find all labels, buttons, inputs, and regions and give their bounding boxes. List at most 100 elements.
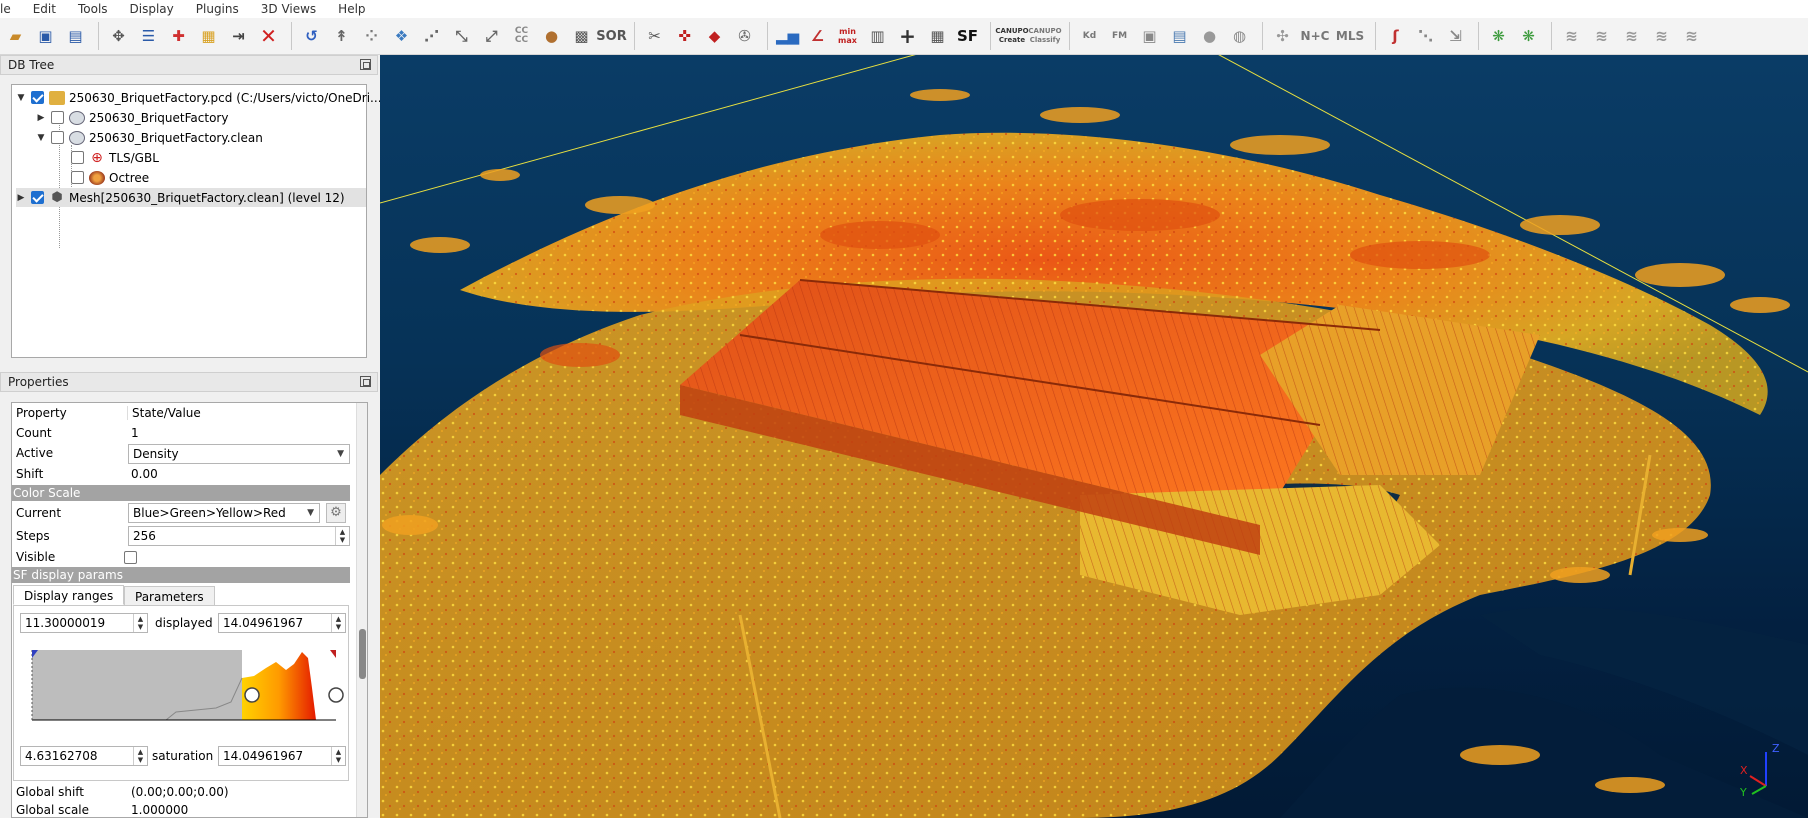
c2m-distance-icon[interactable]: ⤢ bbox=[478, 21, 505, 51]
gradient-icon[interactable]: ∠ bbox=[804, 21, 831, 51]
menu-display[interactable]: Display bbox=[120, 0, 186, 18]
range-min-handle[interactable] bbox=[244, 687, 260, 703]
spin-arrows-icon[interactable]: ▲ ▼ bbox=[133, 614, 147, 632]
tree-item-mesh[interactable]: ▶ ⬢ Mesh[250630_BriquetFactory.clean] (l… bbox=[16, 188, 366, 207]
classify-icon[interactable]: ❋ bbox=[1515, 21, 1542, 51]
puzzle-icon[interactable]: ✣ bbox=[1269, 21, 1296, 51]
histogram-icon[interactable]: ▂▅ bbox=[774, 21, 801, 51]
open-icon[interactable]: ▰ bbox=[2, 21, 29, 51]
sphere-icon[interactable]: ● bbox=[1196, 21, 1223, 51]
expand-arrow-icon[interactable]: ▼ bbox=[16, 93, 26, 103]
scrollbar-thumb[interactable] bbox=[359, 629, 366, 679]
distance-icon[interactable]: ⤡ bbox=[448, 21, 475, 51]
menu-3d-views[interactable]: 3D Views bbox=[251, 0, 328, 18]
spin-arrows-icon[interactable]: ▲ ▼ bbox=[331, 747, 345, 765]
tree-item-cloud[interactable]: ▶ 250630_BriquetFactory bbox=[36, 108, 228, 127]
steps-spinbox[interactable]: 256 ▲ ▼ bbox=[128, 526, 350, 546]
spin-arrows-icon[interactable]: ▲ ▼ bbox=[133, 747, 147, 765]
potato-icon[interactable]: ● bbox=[538, 21, 565, 51]
save-icon[interactable]: ▣ bbox=[32, 21, 59, 51]
wave-icon-1[interactable]: ≋ bbox=[1558, 21, 1585, 51]
properties-scrollbar[interactable] bbox=[356, 403, 367, 817]
wave-icon-3[interactable]: ≋ bbox=[1618, 21, 1645, 51]
mls-icon[interactable]: MLS bbox=[1334, 21, 1366, 51]
noise-icon[interactable]: ⋰ bbox=[418, 21, 445, 51]
wave-icon-2[interactable]: ≋ bbox=[1588, 21, 1615, 51]
tree-checkbox[interactable] bbox=[71, 171, 84, 184]
menu-help[interactable]: Help bbox=[328, 0, 377, 18]
saturation-min-spinbox[interactable]: 4.63162708 ▲ ▼ bbox=[20, 746, 148, 766]
segment-icon[interactable]: ⇥ bbox=[225, 21, 252, 51]
add-icon[interactable]: + bbox=[894, 21, 921, 51]
register-icon[interactable]: ↺ bbox=[298, 21, 325, 51]
box-icon[interactable]: ◆ bbox=[701, 21, 728, 51]
cc-icon[interactable]: CC CC bbox=[508, 21, 535, 51]
save-all-icon[interactable]: ▤ bbox=[62, 21, 89, 51]
canupo-classify-icon[interactable]: CANUPO Classify bbox=[1028, 21, 1061, 51]
canupo-create-icon[interactable]: CANUPO Create bbox=[995, 21, 1028, 51]
range-max-handle[interactable] bbox=[328, 687, 344, 703]
tree-item-pcd[interactable]: ▼ 250630_BriquetFactory.pcd (C:/Users/vi… bbox=[16, 88, 382, 107]
active-sf-select[interactable]: Density ▼ bbox=[128, 444, 350, 464]
range-min-spinbox[interactable]: 11.30000019 ▲ ▼ bbox=[20, 613, 148, 633]
kd-icon[interactable]: Kd bbox=[1076, 21, 1103, 51]
properties-icon[interactable]: ✥ bbox=[105, 21, 132, 51]
menu-plugins[interactable]: Plugins bbox=[186, 0, 251, 18]
displayed-spinbox[interactable]: 14.04961967 ▲ ▼ bbox=[218, 613, 346, 633]
menu-tools[interactable]: Tools bbox=[68, 0, 120, 18]
tab-parameters[interactable]: Parameters bbox=[124, 586, 215, 606]
scatter-icon[interactable]: ⋱ bbox=[1412, 21, 1439, 51]
calculator-icon[interactable]: ▦ bbox=[924, 21, 951, 51]
bin-icon[interactable]: ▤ bbox=[1166, 21, 1193, 51]
tree-item-cloud-clean[interactable]: ▼ 250630_BriquetFactory.clean bbox=[36, 128, 263, 147]
cross-section-icon[interactable]: ✂ bbox=[641, 21, 668, 51]
expand-arrow-icon[interactable]: ▼ bbox=[36, 133, 46, 143]
align-icon[interactable]: ↟ bbox=[328, 21, 355, 51]
sf-histogram[interactable] bbox=[26, 648, 346, 738]
saturation-max-marker[interactable] bbox=[330, 650, 336, 658]
menu-edit[interactable]: Edit bbox=[23, 0, 68, 18]
nc-icon[interactable]: N+C bbox=[1299, 21, 1331, 51]
menu-file[interactable]: le bbox=[0, 0, 23, 18]
export-icon[interactable]: ⇲ bbox=[1442, 21, 1469, 51]
crosshair-icon[interactable]: ✜ bbox=[671, 21, 698, 51]
tree-checkbox[interactable] bbox=[51, 111, 64, 124]
sample-icon[interactable]: ⁘ bbox=[358, 21, 385, 51]
3d-view[interactable]: Z X Y bbox=[380, 55, 1808, 818]
minmax-icon[interactable]: min max bbox=[834, 21, 861, 51]
curve-icon[interactable]: ʃ bbox=[1382, 21, 1409, 51]
tree-item-sensor[interactable]: ⊕ TLS/GBL bbox=[66, 148, 159, 167]
wave-icon-4[interactable]: ≋ bbox=[1648, 21, 1675, 51]
image-icon[interactable]: ▣ bbox=[1136, 21, 1163, 51]
wave-icon-5[interactable]: ≋ bbox=[1678, 21, 1705, 51]
checker-icon[interactable]: ▩ bbox=[568, 21, 595, 51]
collapse-arrow-icon[interactable]: ▶ bbox=[36, 113, 46, 123]
saturation-spinbox[interactable]: 14.04961967 ▲ ▼ bbox=[218, 746, 346, 766]
tree-checkbox[interactable] bbox=[31, 191, 44, 204]
visible-checkbox[interactable] bbox=[124, 551, 137, 564]
spin-arrows-icon[interactable]: ▲ ▼ bbox=[335, 527, 349, 545]
train-icon[interactable]: ❋ bbox=[1485, 21, 1512, 51]
collapse-arrow-icon[interactable]: ▶ bbox=[16, 193, 26, 203]
subsample-icon[interactable]: ❖ bbox=[388, 21, 415, 51]
color-scale-editor-icon[interactable]: ⚙ bbox=[326, 503, 346, 523]
translate-rotate-icon[interactable]: ✚ bbox=[165, 21, 192, 51]
list-icon[interactable]: ☰ bbox=[135, 21, 162, 51]
spin-arrows-icon[interactable]: ▲ ▼ bbox=[331, 614, 345, 632]
globe-icon[interactable]: ◍ bbox=[1226, 21, 1253, 51]
float-icon[interactable] bbox=[360, 376, 371, 387]
color-scale-select[interactable]: Blue>Green>Yellow>Red ▼ bbox=[128, 503, 320, 523]
tree-item-octree[interactable]: Octree bbox=[66, 168, 149, 187]
pick-icon[interactable]: ✇ bbox=[731, 21, 758, 51]
tree-checkbox[interactable] bbox=[51, 131, 64, 144]
sor-icon[interactable]: SOR bbox=[596, 21, 626, 51]
tree-checkbox[interactable] bbox=[31, 91, 44, 104]
point-cloud-render[interactable] bbox=[380, 55, 1808, 818]
calculator-list-icon[interactable]: ▥ bbox=[864, 21, 891, 51]
sf-icon[interactable]: SF bbox=[954, 21, 981, 51]
tree-checkbox[interactable] bbox=[71, 151, 84, 164]
merge-icon[interactable]: ▦ bbox=[195, 21, 222, 51]
fm-icon[interactable]: FM bbox=[1106, 21, 1133, 51]
tab-display-ranges[interactable]: Display ranges bbox=[13, 585, 125, 605]
delete-icon[interactable]: ✕ bbox=[255, 21, 282, 51]
